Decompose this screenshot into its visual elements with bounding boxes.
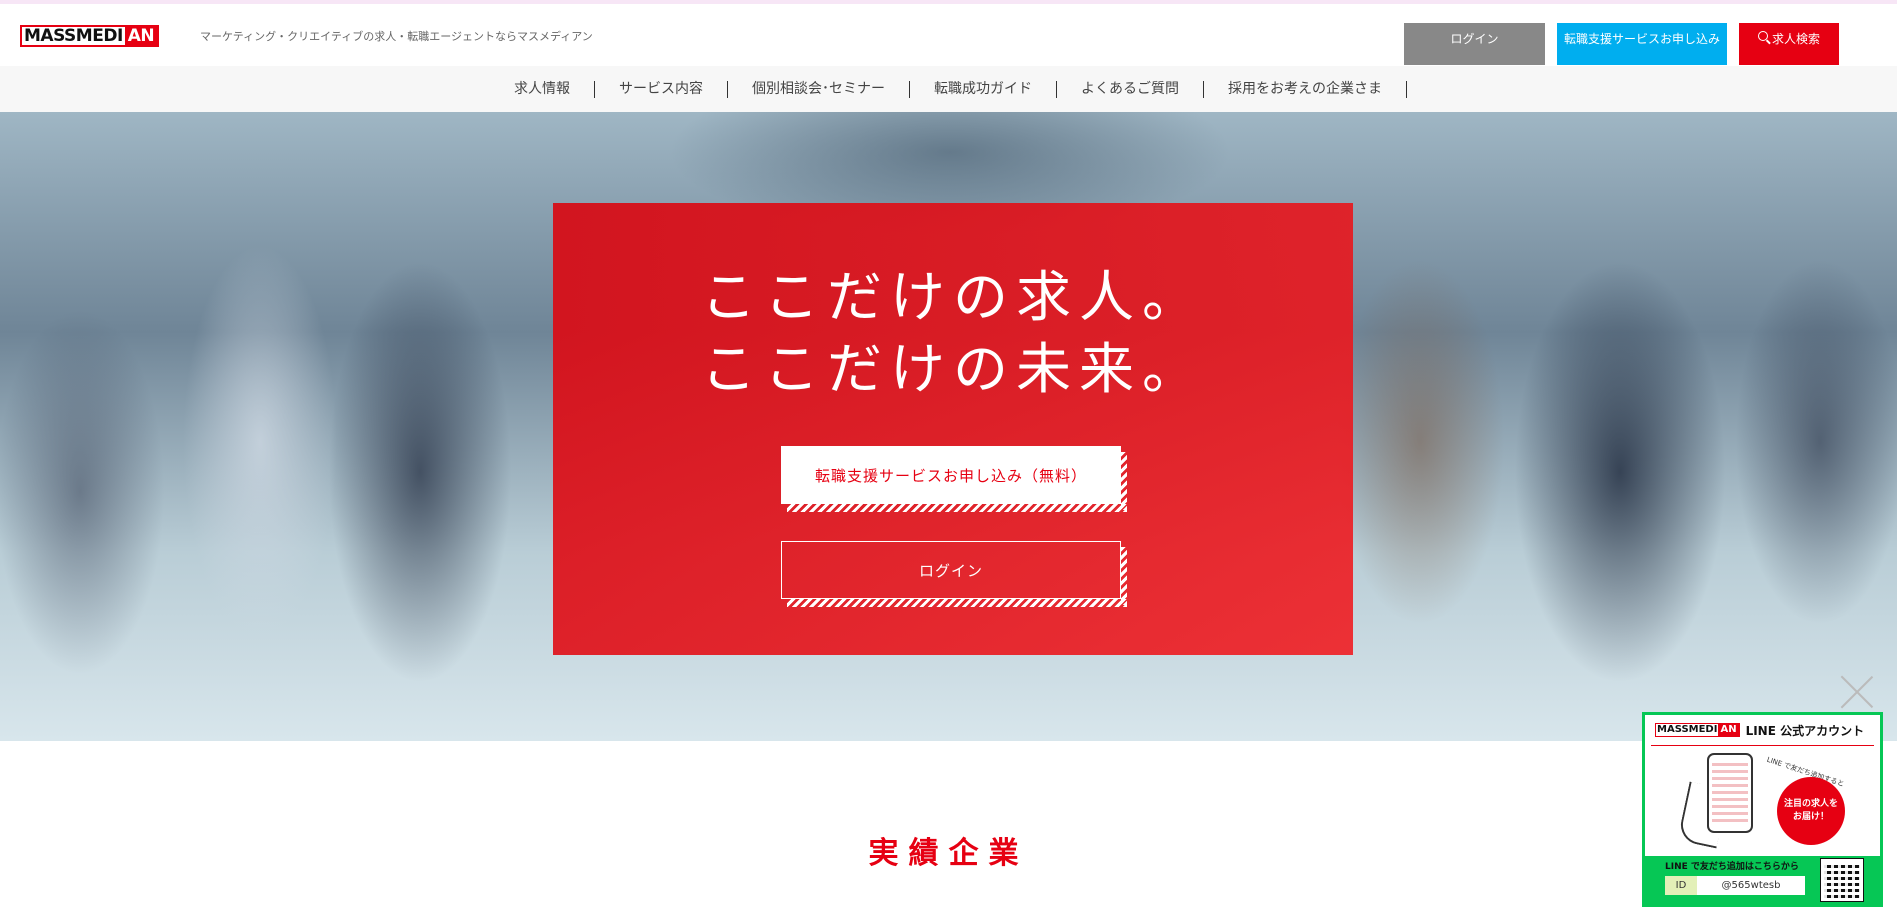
header-login-label: ログイン [1450,32,1499,46]
logo-text-a: MASSMEDI [22,26,125,46]
apply-service-button[interactable]: 転職支援サービスお申し込み（無料） [781,446,1121,504]
line-promo-logo-b: AN [1718,724,1739,736]
hero-title-line-2: ここだけの未来。 [700,337,1205,401]
nav-item-for-companies[interactable]: 採用をお考えの企業さま [1204,80,1407,98]
nav-item-jobs[interactable]: 求人情報 [490,80,595,98]
line-promo-logo: MASSMEDI AN [1655,723,1740,737]
secondary-cta-hatch-side [1121,547,1127,605]
site-tagline: マーケティング・クリエイティブの求人・転職エージェントならマスメディアン [200,30,593,43]
hero-title: ここだけの求人。 ここだけの未来。 [553,261,1353,405]
hero-title-line-1: ここだけの求人。 [700,265,1205,329]
global-nav: 求人情報 サービス内容 個別相談会･セミナー 転職成功ガイド よくあるご質問 採… [0,66,1897,112]
line-promo-header: MASSMEDI AN LINE 公式アカウント [1645,715,1880,745]
line-promo-title: LINE 公式アカウント [1745,723,1865,738]
line-promo-footer-text: LINE で友だち追加はこちらから [1665,862,1799,872]
line-promo-bubble: 注目の求人をお届け！ [1777,777,1845,845]
secondary-cta-hatch [787,599,1127,607]
hero-panel: ここだけの求人。 ここだけの未来。 転職支援サービスお申し込み（無料） ログイン [553,203,1353,655]
nav-item-guide[interactable]: 転職成功ガイド [910,80,1057,98]
line-promo-divider [1651,745,1874,746]
search-icon [1757,31,1768,41]
nav-item-seminars[interactable]: 個別相談会･セミナー [728,80,910,98]
primary-cta-hatch [787,504,1127,512]
header-job-search-button[interactable]: 求人検索 [1739,23,1839,65]
header-login-button[interactable]: ログイン [1404,23,1545,65]
header-search-label: 求人検索 [1771,32,1820,46]
section-title-clients: 実績企業 [868,836,1029,871]
hero-login-button[interactable]: ログイン [781,541,1121,599]
nav-item-faq[interactable]: よくあるご質問 [1057,80,1204,98]
header-apply-label: 転職支援サービスお申し込み [1563,32,1720,46]
smartphone-icon [1707,753,1753,833]
header-apply-button[interactable]: 転職支援サービスお申し込み [1557,23,1727,65]
line-id-box: ID @565wtesb [1665,876,1805,895]
nav-item-services[interactable]: サービス内容 [595,80,728,98]
massmedian-logo[interactable]: MASSMEDI AN [20,25,160,47]
logo-text-b: AN [124,27,158,45]
line-id-label: ID [1665,876,1697,895]
qr-code-icon [1820,858,1864,902]
hero-banner: ここだけの求人。 ここだけの未来。 転職支援サービスお申し込み（無料） ログイン [0,112,1897,741]
line-promo-logo-a: MASSMEDI [1657,724,1718,735]
primary-cta-hatch-side [1121,452,1127,510]
site-header: MASSMEDI AN マーケティング・クリエイティブの求人・転職エージェントなら… [0,4,1897,66]
line-promo-banner[interactable]: MASSMEDI AN LINE 公式アカウント LINE で友だち追加すると 注… [1642,712,1883,907]
close-icon[interactable] [1840,674,1874,708]
line-id-value: @565wtesb [1721,880,1781,891]
line-promo-footer: LINE で友だち追加はこちらから ID @565wtesb [1645,856,1880,904]
